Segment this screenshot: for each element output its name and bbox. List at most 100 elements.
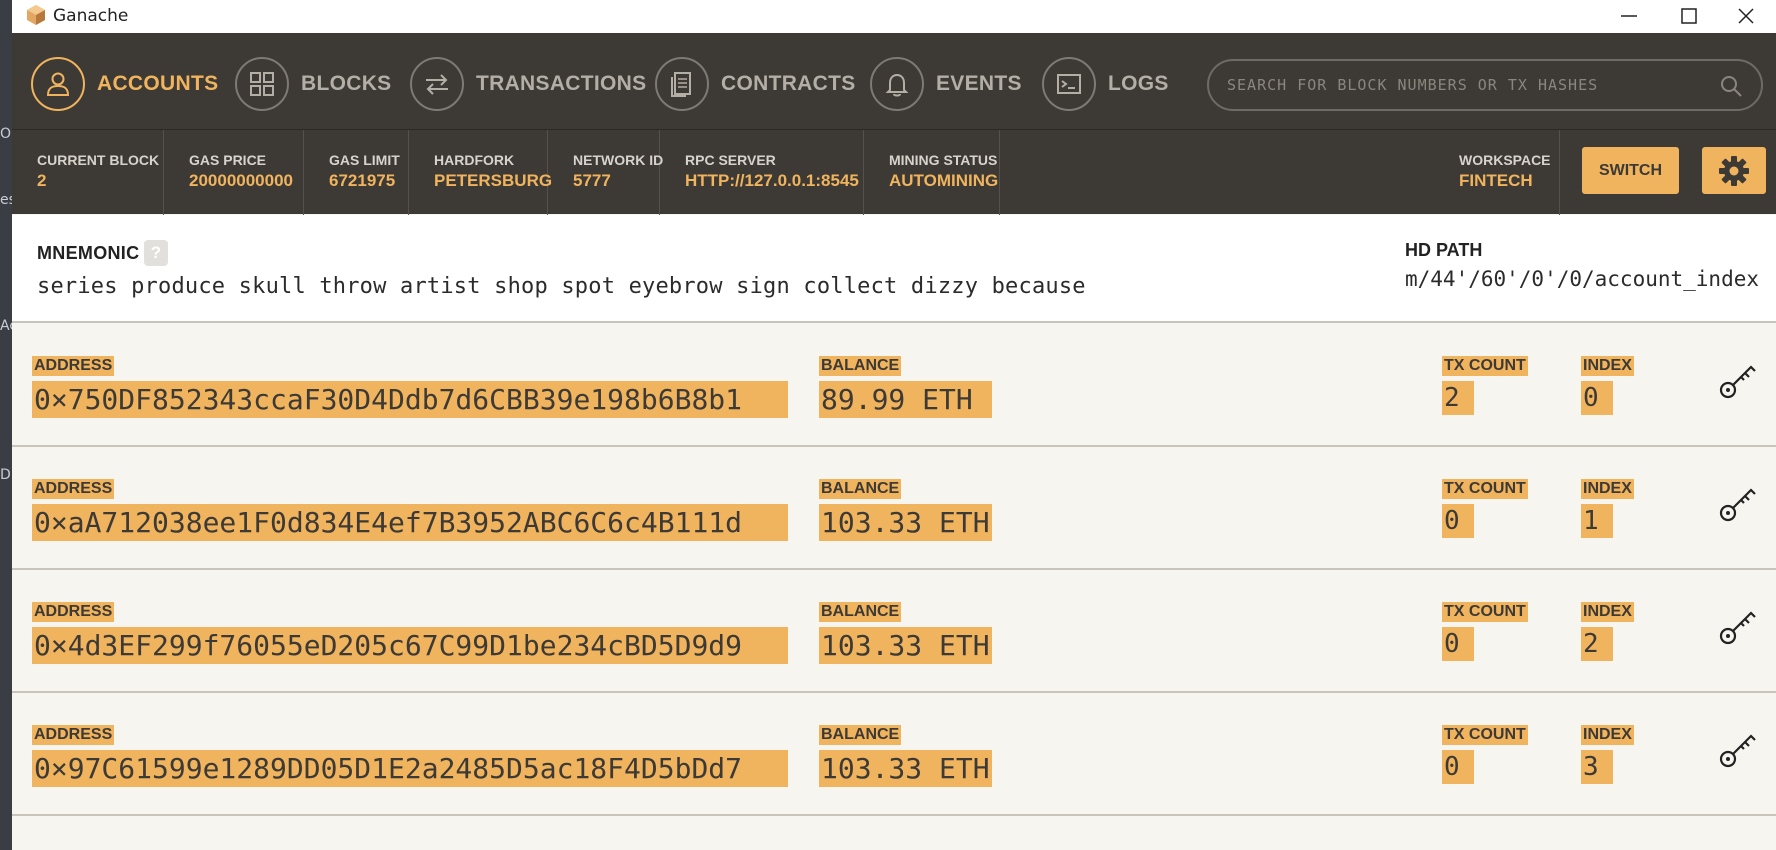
stat-value: HTTP://127.0.0.1:8545 [685,171,859,190]
balance-value: 103.33 ETH [819,627,992,664]
tx-count-label: TX COUNT [1442,602,1528,622]
address-label: ADDRESS [32,725,115,745]
maximize-button[interactable] [1659,0,1719,33]
stat-gas-limit: GAS LIMIT 6721975 [304,130,409,215]
stat-value: 6721975 [329,171,396,190]
stat-value: AUTOMINING [889,171,999,190]
key-icon[interactable] [1718,360,1758,400]
nav-blocks[interactable]: BLOCKS [235,57,391,111]
tx-count-value: 0 [1442,627,1474,661]
nav-label: CONTRACTS [721,72,856,95]
stat-label: GAS PRICE [189,152,267,168]
switch-button[interactable]: SWITCH [1582,147,1679,194]
stat-value: PETERSBURG [434,171,553,190]
stat-label: HARDFORK [434,152,515,168]
stat-hardfork: HARDFORK PETERSBURG [409,130,552,215]
index-value: 0 [1581,381,1613,415]
tx-count-label: TX COUNT [1442,356,1528,376]
background-window-strip: O es Ac DB [0,0,20,850]
key-icon[interactable] [1718,606,1758,646]
balance-value: 89.99 ETH [819,381,992,418]
search-box [1207,59,1763,111]
balance-label: BALANCE [819,356,902,376]
address-label: ADDRESS [32,356,115,376]
tx-count-value: 0 [1442,750,1474,784]
stat-value: FINTECH [1459,171,1533,190]
address-value: 0×aA712038ee1F0d834E4ef7B3952ABC6C6c4B11… [32,504,788,541]
account-row: ADDRESS 0×97C61599e1289DD05D1E2a2485D5ac… [12,693,1776,816]
balance-label: BALANCE [819,725,902,745]
nav-contracts[interactable]: CONTRACTS [655,57,856,111]
hd-path-value: m/44'/60'/0'/0/account_index [1405,267,1760,291]
person-icon [46,72,70,96]
bell-icon [885,73,909,97]
arrows-icon [426,74,448,95]
stat-value: 5777 [573,171,611,190]
stat-network-id: NETWORK ID 5777 [548,130,663,215]
balance-value: 103.33 ETH [819,504,992,541]
nav-label: LOGS [1108,72,1169,95]
search-icon[interactable] [1719,74,1743,98]
key-icon[interactable] [1718,729,1758,769]
index-value: 3 [1581,750,1613,784]
stat-current-block: CURRENT BLOCK 2 [12,130,164,215]
help-icon[interactable]: ? [144,240,168,266]
accounts-list: ADDRESS 0×750DF852343ccaF30D4Ddb7d6CBB39… [12,324,1776,816]
stat-workspace: WORKSPACE FINTECH [1434,130,1560,215]
stat-gas-price: GAS PRICE 20000000000 [164,130,304,215]
tx-count-value: 2 [1442,381,1474,415]
stat-label: MINING STATUS [889,152,998,168]
index-label: INDEX [1581,602,1634,622]
settings-button[interactable] [1702,147,1766,194]
index-value: 2 [1581,627,1613,661]
stat-label: CURRENT BLOCK [37,152,160,168]
balance-label: BALANCE [819,602,902,622]
hd-path-title: HD PATH [1405,240,1483,260]
main-nav: ACCOUNTS BLOCKS TRANSACTIONS CONTRACTS E… [12,33,1776,129]
nav-accounts[interactable]: ACCOUNTS [31,57,218,111]
close-button[interactable] [1716,0,1776,33]
stat-value: 20000000000 [189,171,294,190]
tx-count-label: TX COUNT [1442,479,1528,499]
nav-label: ACCOUNTS [97,72,219,95]
mnemonic-phrase: series produce skull throw artist shop s… [37,274,1086,299]
index-label: INDEX [1581,725,1634,745]
background-text: O [0,126,12,142]
index-label: INDEX [1581,356,1634,376]
balance-value: 103.33 ETH [819,750,992,787]
tx-count-value: 0 [1442,504,1474,538]
address-value: 0×750DF852343ccaF30D4Ddb7d6CBB39e198b6B8… [32,381,788,418]
stat-label: WORKSPACE [1459,152,1551,168]
ganache-logo-icon [27,5,45,25]
address-label: ADDRESS [32,602,115,622]
nav-transactions[interactable]: TRANSACTIONS [410,57,646,111]
status-bar: CURRENT BLOCK 2 GAS PRICE 20000000000 GA… [12,129,1776,215]
nav-logs[interactable]: LOGS [1042,57,1169,111]
nav-label: BLOCKS [301,72,392,95]
minimize-button[interactable] [1599,0,1659,33]
stat-mining-status: MINING STATUS AUTOMINING [864,130,1000,215]
account-row: ADDRESS 0×4d3EF299f76055eD205c67C99D1be2… [12,570,1776,693]
stat-rpc-server: RPC SERVER HTTP://127.0.0.1:8545 [660,130,864,215]
stat-value: 2 [37,171,47,190]
key-icon[interactable] [1718,483,1758,523]
close-icon [1738,8,1754,24]
account-row: ADDRESS 0×aA712038ee1F0d834E4ef7B3952ABC… [12,447,1776,570]
document-icon [671,72,691,97]
search-input[interactable] [1227,73,1697,97]
window-title: Ganache [53,6,129,26]
nav-label: EVENTS [936,72,1022,95]
minimize-icon [1621,15,1637,17]
nav-events[interactable]: EVENTS [870,57,1022,111]
nav-label: TRANSACTIONS [476,72,647,95]
terminal-icon [1057,74,1081,94]
title-bar: Ganache [12,0,1776,33]
index-label: INDEX [1581,479,1634,499]
address-value: 0×97C61599e1289DD05D1E2a2485D5ac18F4D5bD… [32,750,788,787]
index-value: 1 [1581,504,1613,538]
mnemonic-title: MNEMONIC [37,243,140,263]
address-value: 0×4d3EF299f76055eD205c67C99D1be234cBD5D9… [32,627,788,664]
stat-label: RPC SERVER [685,152,776,168]
grid-icon [250,72,274,96]
address-label: ADDRESS [32,479,115,499]
